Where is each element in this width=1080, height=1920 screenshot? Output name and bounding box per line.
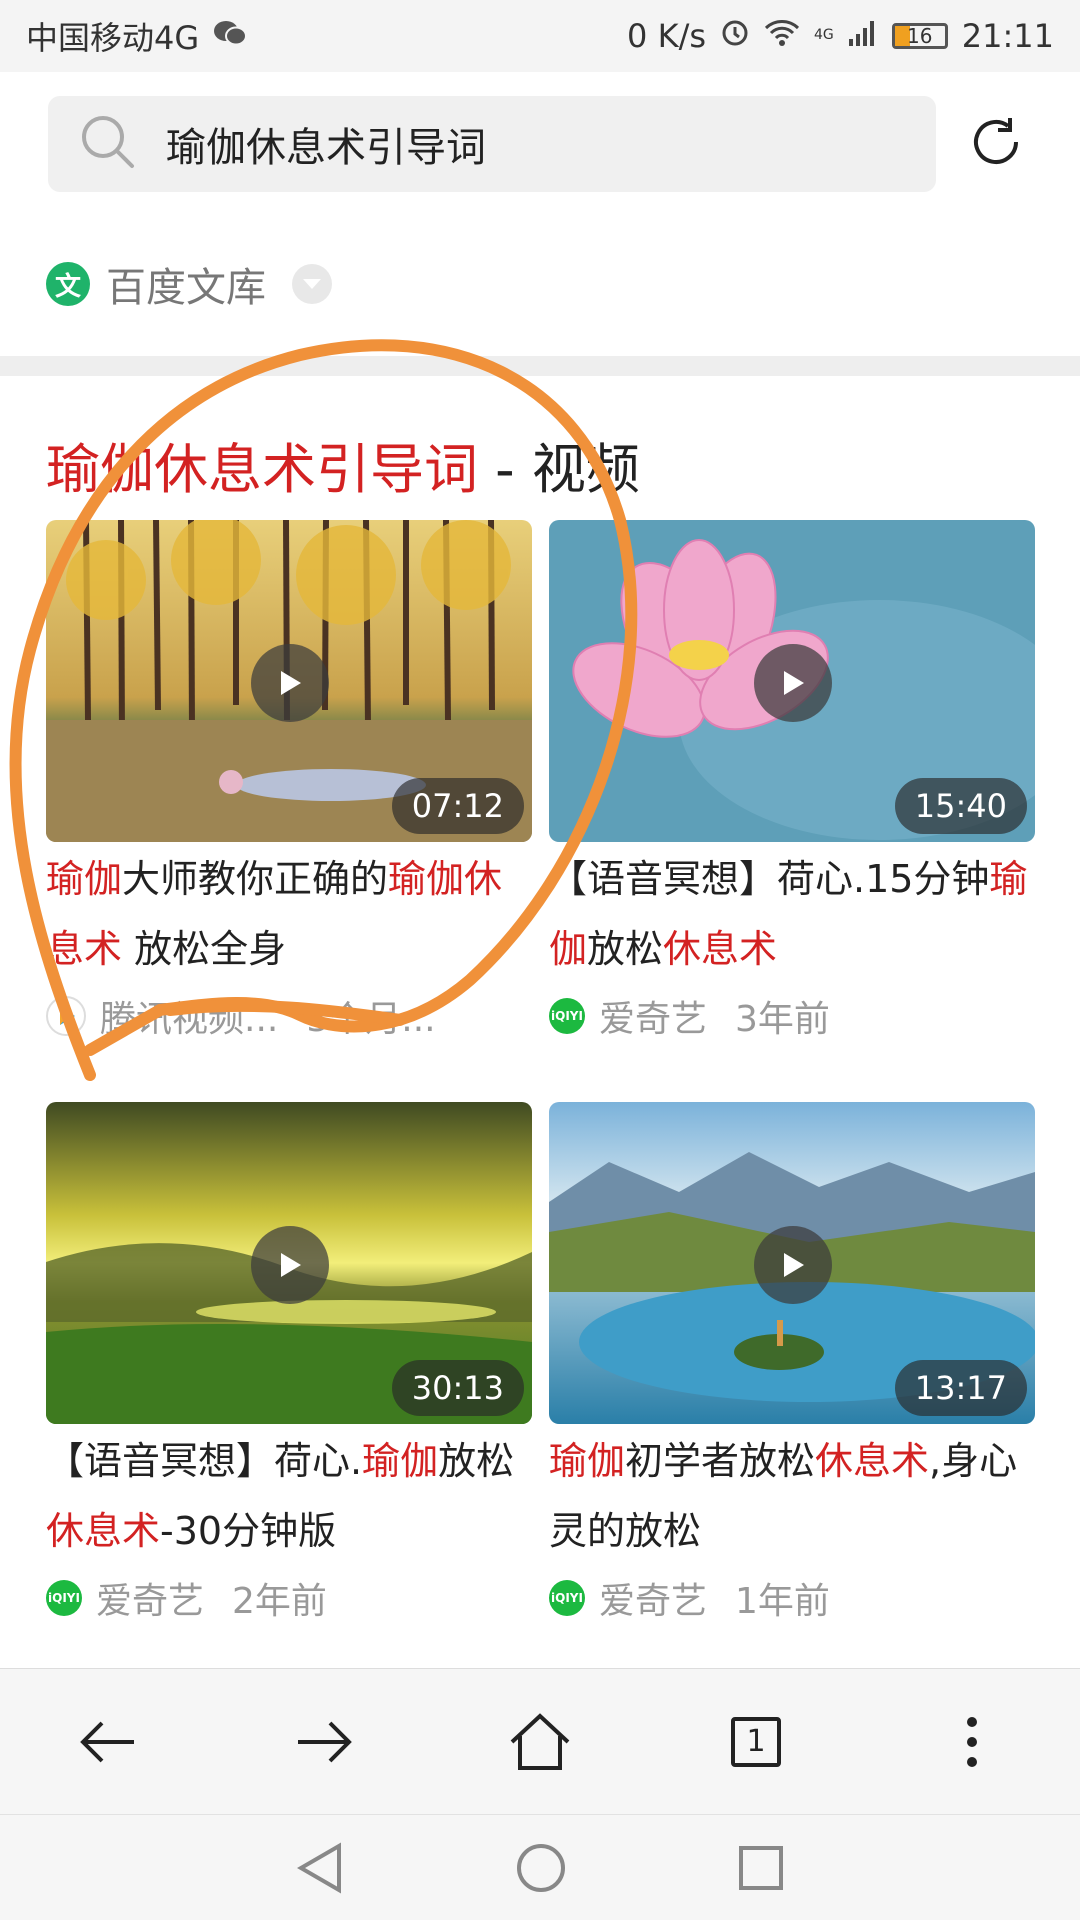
title-text: 【语音冥想】荷心.15分钟	[549, 857, 990, 901]
search-input[interactable]: 瑜伽休息术引导词	[48, 96, 936, 192]
video-duration: 07:12	[391, 778, 524, 834]
title-highlight-text: 瑜伽	[549, 1439, 626, 1483]
tab-count: 1	[731, 1716, 781, 1767]
video-duration: 30:13	[391, 1360, 524, 1416]
title-text: 放松全身	[122, 927, 287, 971]
video-card[interactable]: 07:12 瑜伽大师教你正确的瑜伽休息术 放松全身 腾讯视频... 3个月...	[46, 520, 532, 1046]
video-meta: 腾讯视频... 3个月...	[46, 986, 532, 1046]
net-speed: 0 K/s	[627, 17, 707, 55]
battery-icon: 16	[891, 23, 948, 49]
alarm-icon	[720, 17, 750, 55]
browser-toolbar: 1	[0, 1668, 1080, 1814]
iqiyi-icon: iQIYI	[549, 998, 585, 1034]
video-time: 1年前	[735, 1581, 830, 1622]
tencent-video-icon	[46, 996, 86, 1036]
arrow-left-icon	[80, 1721, 134, 1762]
video-meta: iQIYI 爱奇艺 2年前	[46, 1568, 532, 1628]
title-text: 初学者放松	[625, 1439, 816, 1483]
section-title[interactable]: 瑜伽休息术引导词 - 视频	[46, 425, 640, 504]
battery-level: 16	[907, 24, 933, 48]
title-highlight-text: 瑜伽	[362, 1439, 439, 1483]
wifi-icon	[764, 17, 800, 55]
video-card[interactable]: 30:13 【语音冥想】荷心.瑜伽放松休息术-30分钟版 iQIYI 爱奇艺 2…	[46, 1102, 532, 1628]
source-filter[interactable]: 文 百度文库	[46, 255, 332, 313]
wechat-icon	[213, 17, 248, 55]
home-button[interactable]	[490, 1692, 590, 1792]
video-title[interactable]: 【语音冥想】荷心.15分钟瑜伽放松休息术	[549, 844, 1035, 984]
title-highlight-text: 休息术	[46, 1509, 161, 1553]
video-title[interactable]: 瑜伽大师教你正确的瑜伽休息术 放松全身	[46, 844, 532, 984]
forward-button[interactable]	[274, 1692, 374, 1792]
video-time: 2年前	[232, 1581, 327, 1622]
chevron-down-icon[interactable]	[292, 264, 332, 304]
video-source: 爱奇艺	[599, 1581, 708, 1622]
iqiyi-icon: iQIYI	[549, 1580, 585, 1616]
play-icon[interactable]	[754, 1226, 832, 1304]
video-thumbnail[interactable]: 30:13	[46, 1102, 532, 1424]
video-source: 爱奇艺	[599, 999, 708, 1040]
title-text: -30分钟版	[160, 1509, 337, 1553]
signal-icon	[848, 17, 878, 55]
play-icon[interactable]	[251, 644, 329, 722]
title-highlight-text: 瑜伽	[46, 857, 123, 901]
video-card[interactable]: 15:40 【语音冥想】荷心.15分钟瑜伽放松休息术 iQIYI 爱奇艺 3年前	[549, 520, 1035, 1046]
video-meta: iQIYI 爱奇艺 1年前	[549, 1568, 1035, 1628]
video-time: 3年前	[735, 999, 830, 1040]
more-vertical-icon	[967, 1716, 977, 1767]
title-text: 放松	[587, 927, 664, 971]
title-text: 放松	[438, 1439, 515, 1483]
title-highlight-text: 瑜伽	[388, 857, 465, 901]
refresh-icon	[966, 112, 1026, 176]
system-home-icon[interactable]	[515, 1842, 567, 1894]
menu-button[interactable]	[922, 1692, 1022, 1792]
wenku-icon: 文	[46, 262, 90, 306]
video-title[interactable]: 【语音冥想】荷心.瑜伽放松休息术-30分钟版	[46, 1426, 532, 1566]
play-icon[interactable]	[251, 1226, 329, 1304]
video-duration: 13:17	[894, 1360, 1027, 1416]
back-button[interactable]	[58, 1692, 158, 1792]
tabs-button[interactable]: 1	[706, 1692, 806, 1792]
arrow-right-icon	[298, 1721, 352, 1762]
video-title[interactable]: 瑜伽初学者放松休息术,身心灵的放松	[549, 1426, 1035, 1566]
network-type: 4G	[814, 27, 834, 43]
title-highlight-text: 休息术	[815, 1439, 930, 1483]
source-label: 百度文库	[106, 265, 266, 311]
home-icon	[510, 1712, 570, 1770]
video-thumbnail[interactable]: 07:12	[46, 520, 532, 842]
search-query: 瑜伽休息术引导词	[166, 125, 486, 171]
status-bar: 中国移动4G 0 K/s 4G 16 21:11	[0, 0, 1080, 72]
title-rest: - 视频	[478, 438, 640, 501]
system-back-icon[interactable]	[295, 1842, 345, 1894]
video-card[interactable]: 13:17 瑜伽初学者放松休息术,身心灵的放松 iQIYI 爱奇艺 1年前	[549, 1102, 1035, 1628]
carrier-label: 中国移动4G	[26, 19, 200, 57]
refresh-button[interactable]	[960, 108, 1032, 180]
play-icon[interactable]	[754, 644, 832, 722]
video-time: 3个月...	[306, 999, 436, 1040]
video-meta: iQIYI 爱奇艺 3年前	[549, 986, 1035, 1046]
video-duration: 15:40	[894, 778, 1027, 834]
video-thumbnail[interactable]: 15:40	[549, 520, 1035, 842]
title-text: 【语音冥想】荷心.	[46, 1439, 363, 1483]
clock: 21:11	[961, 17, 1054, 55]
iqiyi-icon: iQIYI	[46, 1580, 82, 1616]
video-thumbnail[interactable]: 13:17	[549, 1102, 1035, 1424]
system-navigation-bar	[0, 1814, 1080, 1920]
video-source: 腾讯视频...	[100, 999, 279, 1040]
system-recents-icon[interactable]	[737, 1844, 785, 1892]
video-source: 爱奇艺	[96, 1581, 205, 1622]
title-highlight-text: 休息术	[663, 927, 778, 971]
title-highlight: 瑜伽休息术引导词	[46, 438, 478, 501]
section-divider	[0, 356, 1080, 376]
search-bar-row: 瑜伽休息术引导词	[0, 72, 1080, 212]
title-text: 大师教你正确的	[122, 857, 389, 901]
search-icon	[78, 112, 138, 176]
